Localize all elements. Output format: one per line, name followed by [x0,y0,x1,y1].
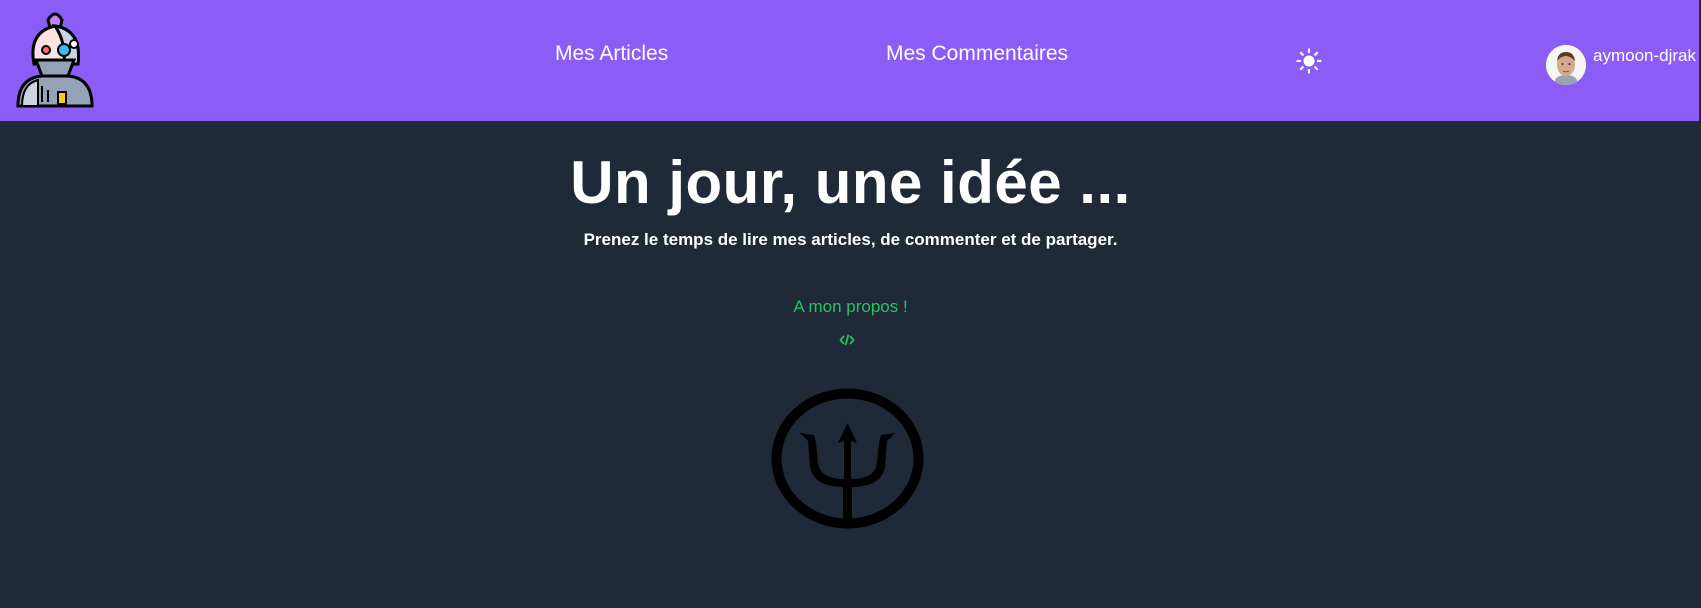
nav-link-articles[interactable]: Mes Articles [555,42,668,66]
nav-link-comments[interactable]: Mes Commentaires [886,42,1068,66]
code-icon [839,334,855,346]
hero-subtitle: Prenez le temps de lire mes articles, de… [583,230,1118,249]
top-navbar: Mes Articles Mes Commentaires aymoon-djr… [0,0,1701,121]
user-avatar[interactable] [1546,45,1586,85]
user-avatar-icon [1546,45,1586,85]
cyborg-logo-icon[interactable] [12,6,98,110]
hero-section: Un jour, une idée ... Prenez le temps de… [0,122,1701,608]
trident-emblem-icon [771,388,924,529]
sun-icon[interactable] [1296,48,1322,74]
about-link[interactable]: A mon propos ! [0,297,1701,317]
username-label[interactable]: aymoon-djrak [1593,46,1696,66]
hero-title: Un jour, une idée ... [570,149,1131,216]
